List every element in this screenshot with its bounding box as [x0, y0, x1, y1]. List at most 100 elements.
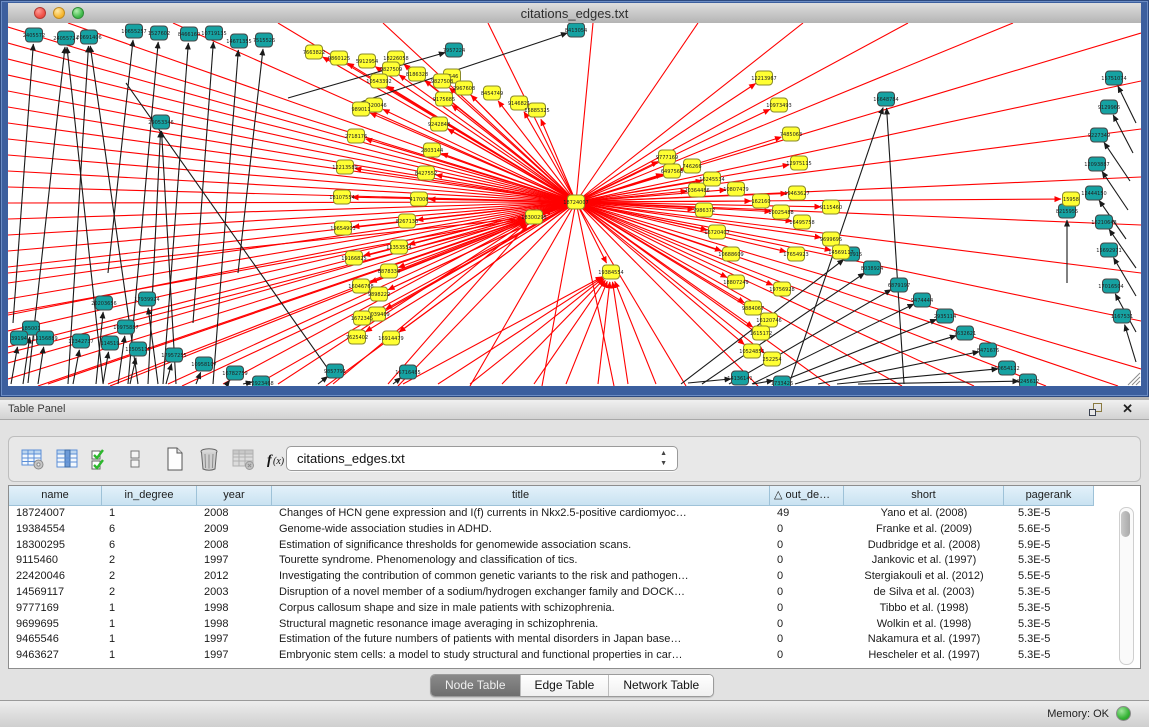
table-cell[interactable]: 0 — [770, 601, 844, 617]
table-cell[interactable]: Stergiakouli et al. (2012) — [844, 569, 1004, 585]
network-node[interactable]: 6879197 — [888, 278, 910, 292]
column-header-name[interactable]: name — [9, 486, 102, 506]
network-node[interactable]: 2718176 — [345, 129, 367, 143]
network-node[interactable]: 17654923 — [783, 247, 808, 261]
table-cell[interactable]: 1998 — [197, 601, 272, 617]
table-cell[interactable]: 5.6E-5 — [1004, 522, 1094, 538]
network-node[interactable]: 8038924 — [861, 261, 883, 275]
network-node[interactable]: 17939924 — [134, 292, 159, 306]
table-row[interactable]: 911546021997Tourette syndrome. Phenomeno… — [9, 553, 1140, 569]
network-node[interactable]: 12213967 — [751, 71, 776, 85]
network-node[interactable]: 9245612 — [1017, 374, 1039, 386]
network-node[interactable]: 114519 — [100, 336, 119, 350]
table-cell[interactable]: 0 — [770, 632, 844, 648]
table-cell[interactable]: 5.3E-5 — [1004, 617, 1094, 633]
table-cell[interactable]: 1998 — [197, 617, 272, 633]
network-node[interactable]: 9898222 — [368, 287, 390, 301]
table-cell[interactable]: Embryonic stem cells: a model to study s… — [272, 648, 770, 664]
select-columns-button[interactable] — [87, 444, 115, 474]
network-window-titlebar[interactable]: citations_edges.txt — [8, 3, 1141, 24]
delete-column-button[interactable] — [195, 444, 223, 474]
show-columns-button[interactable] — [53, 444, 81, 474]
network-node[interactable]: 8267130 — [396, 214, 418, 228]
column-header-in_degree[interactable]: in_degree — [102, 486, 197, 506]
table-cell[interactable]: Investigating the contribution of common… — [272, 569, 770, 585]
table-cell[interactable]: 22420046 — [9, 569, 102, 585]
network-node[interactable]: 9175685 — [433, 92, 455, 106]
table-cell[interactable]: 2 — [102, 569, 197, 585]
canvas-resize-grip[interactable] — [1128, 373, 1140, 385]
table-cell[interactable]: 1997 — [197, 632, 272, 648]
network-node[interactable]: 252254 — [762, 352, 781, 366]
network-node[interactable]: 417006 — [409, 192, 428, 206]
table-cell[interactable]: 2008 — [197, 506, 272, 522]
table-cell[interactable]: 2 — [102, 553, 197, 569]
network-node[interactable]: 2405572 — [23, 28, 45, 42]
network-node[interactable]: 989011 — [351, 102, 370, 116]
network-node[interactable]: 15692971 — [1096, 243, 1121, 257]
table-cell[interactable]: 5.3E-5 — [1004, 585, 1094, 601]
table-cell[interactable]: 0 — [770, 553, 844, 569]
table-cell[interactable]: Nakamura et al. (1997) — [844, 632, 1004, 648]
network-node[interactable]: 16782759 — [222, 366, 247, 380]
network-node[interactable]: 9777169 — [656, 150, 678, 164]
network-node[interactable]: 15958 — [1063, 192, 1080, 206]
table-cell[interactable]: Yano et al. (2008) — [844, 506, 1004, 522]
network-node[interactable]: 12505115 — [125, 342, 150, 356]
network-node[interactable]: 24055724 — [53, 31, 78, 45]
table-cell[interactable]: 14569117 — [9, 585, 102, 601]
table-cell[interactable]: 0 — [770, 538, 844, 554]
network-node[interactable]: 7986372 — [693, 203, 715, 217]
table-cell[interactable]: 9699695 — [9, 617, 102, 633]
table-cell[interactable]: Franke et al. (2009) — [844, 522, 1004, 538]
network-node[interactable]: 16495758 — [789, 215, 814, 229]
row-height-button[interactable] — [121, 444, 149, 474]
network-node[interactable]: 1672345 — [351, 311, 373, 325]
table-cell[interactable]: 1997 — [197, 553, 272, 569]
network-node[interactable]: 7515526 — [253, 33, 275, 47]
network-node[interactable]: 9699695 — [820, 232, 842, 246]
tab-edge-table[interactable]: Edge Table — [521, 675, 610, 696]
network-node[interactable]: 8878334 — [378, 264, 400, 278]
table-row[interactable]: 1872400712008Changes of HCN gene express… — [9, 506, 1140, 522]
network-node[interactable]: 7663822 — [303, 45, 325, 59]
network-node[interactable]: 8466160 — [178, 27, 200, 41]
network-node[interactable]: 8454749 — [481, 86, 503, 100]
table-cell[interactable]: 18724007 — [9, 506, 102, 522]
column-header-short[interactable]: short — [844, 486, 1004, 506]
table-cell[interactable]: 5.3E-5 — [1004, 648, 1094, 664]
table-cell[interactable]: 1 — [102, 506, 197, 522]
network-node[interactable]: 8186328 — [406, 67, 428, 81]
network-node[interactable]: 9242848 — [428, 117, 450, 131]
column-header-year[interactable]: year — [197, 486, 272, 506]
table-cell[interactable]: 0 — [770, 585, 844, 601]
network-node[interactable]: 9115460 — [820, 200, 842, 214]
network-node[interactable]: 2803144 — [421, 143, 443, 157]
delete-table-button[interactable] — [229, 444, 257, 474]
table-cell[interactable]: 2003 — [197, 585, 272, 601]
table-cell[interactable]: 9463627 — [9, 648, 102, 664]
network-node[interactable]: 12093887 — [1084, 157, 1109, 171]
table-cell[interactable]: 5.9E-5 — [1004, 538, 1094, 554]
network-node[interactable]: 16648784 — [873, 92, 898, 106]
network-node[interactable]: 5912954 — [356, 54, 378, 68]
table-cell[interactable]: Genome-wide association studies in ADHD. — [272, 522, 770, 538]
table-cell[interactable]: 18300295 — [9, 538, 102, 554]
table-cell[interactable]: Wolkin et al. (1998) — [844, 617, 1004, 633]
table-cell[interactable]: Corpus callosum shape and size in male p… — [272, 601, 770, 617]
table-cell[interactable]: 1 — [102, 648, 197, 664]
network-node[interactable]: 9129966 — [1098, 100, 1120, 114]
network-node[interactable]: 10025488 — [768, 205, 793, 219]
table-cell[interactable]: 9465546 — [9, 632, 102, 648]
table-cell[interactable]: 0 — [770, 617, 844, 633]
network-node[interactable]: 14671355 — [226, 34, 251, 48]
table-cell[interactable]: 2012 — [197, 569, 272, 585]
table-row[interactable]: 946362711997Embryonic stem cells: a mode… — [9, 648, 1140, 664]
table-cell[interactable]: 1 — [102, 601, 197, 617]
network-node[interactable]: 2935114 — [934, 309, 956, 323]
table-cell[interactable]: 0 — [770, 569, 844, 585]
table-cell[interactable]: 6 — [102, 522, 197, 538]
float-panel-button[interactable] — [1089, 403, 1103, 416]
table-cell[interactable]: Dudbridge et al. (2008) — [844, 538, 1004, 554]
network-node[interactable]: 9857791 — [324, 364, 346, 378]
